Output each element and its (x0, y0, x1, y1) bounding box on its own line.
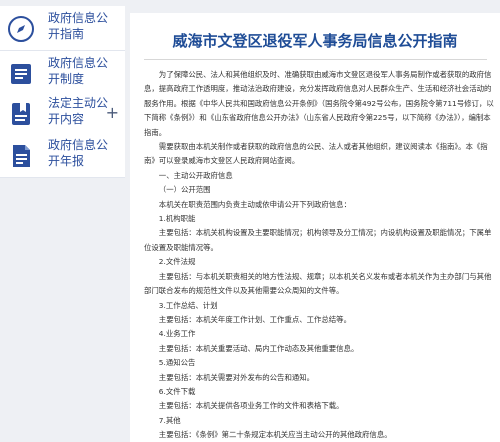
item-heading: 1.机构职能 (158, 214, 196, 224)
sidebar-item-label: 政府信息公开指南 (48, 11, 109, 41)
sidebar-item-label: 政府信息公开制度 (48, 56, 109, 86)
content-panel: 威海市文登区退役军人事务局信息公开指南 为了保障公民、法人和其他组织及时、准确获… (130, 13, 500, 442)
sidebar-item-label: 政府信息公开年报 (48, 138, 109, 168)
section-heading: 一、主动公开政府信息 (158, 170, 233, 180)
item-detail: 主要包括：与本机关职责相关的地方性法规、规章；以本机关名义发布或者本机关作为主办… (144, 271, 492, 296)
sidebar-item-guide[interactable]: 政府信息公开指南 (0, 6, 125, 51)
sidebar: 政府信息公开指南 政府信息公开制度 法定主动公开内容 + 政府信息公开年报 (0, 0, 125, 442)
sidebar-item-annual-report[interactable]: 政府信息公开年报 (0, 133, 125, 178)
sidebar-item-statutory-content[interactable]: 法定主动公开内容 + (0, 91, 125, 136)
item-heading: 4.业务工作 (158, 329, 196, 339)
subsection-heading: （一）公开范围 (158, 185, 211, 195)
paragraph-intro: 为了保障公民、法人和其他组织及时、准确获取由威海市文登区退役军人事务局制作或者获… (144, 70, 494, 137)
item-detail: 主要包括：本机关机构设置及主要职能情况；机构领导及分工情况；内设机构设置及职能情… (144, 228, 492, 252)
item-heading: 5.通知公告 (158, 358, 196, 368)
item-detail: 主要包括：本机关重要活动、局内工作动态及其他重要信息。 (158, 343, 359, 353)
page-title: 威海市文登区退役军人事务局信息公开指南 (172, 33, 458, 50)
document-list-icon (6, 59, 36, 89)
item-heading: 7.其他 (158, 415, 181, 425)
expand-plus-icon[interactable]: + (106, 103, 119, 122)
compass-icon (6, 14, 36, 44)
paragraph-readers: 需要获取由本机关制作或者获取的政府信息的公民、法人或者其他组织，建议阅读本《指南… (144, 142, 488, 166)
guide-body: 为了保障公民、法人和其他组织及时、准确获取由威海市文登区退役军人事务局制作或者获… (144, 68, 494, 442)
item-detail: 主要包括：本机关年度工作计划、工作重点、工作总结等。 (158, 314, 351, 324)
report-doc-icon (6, 141, 36, 171)
item-detail: 主要包括：本机关提供各项业务工作的文件和表格下载。 (158, 401, 344, 411)
sidebar-item-system[interactable]: 政府信息公开制度 (0, 51, 125, 96)
item-detail: 主要包括：《条例》第二十条规定本机关应当主动公开的其他政府信息。 (158, 430, 392, 440)
item-heading: 3.工作总结、计划 (158, 300, 218, 310)
item-detail: 主要包括：本机关需要对外发布的公告和通知。 (158, 372, 315, 382)
item-heading: 6.文件下载 (158, 386, 196, 396)
bookmark-doc-icon (6, 99, 36, 129)
paragraph-scope: 本机关在职责范围内负责主动或依申请公开下列政府信息： (158, 199, 351, 209)
title-divider (144, 59, 487, 60)
item-heading: 2.文件法规 (158, 257, 196, 267)
